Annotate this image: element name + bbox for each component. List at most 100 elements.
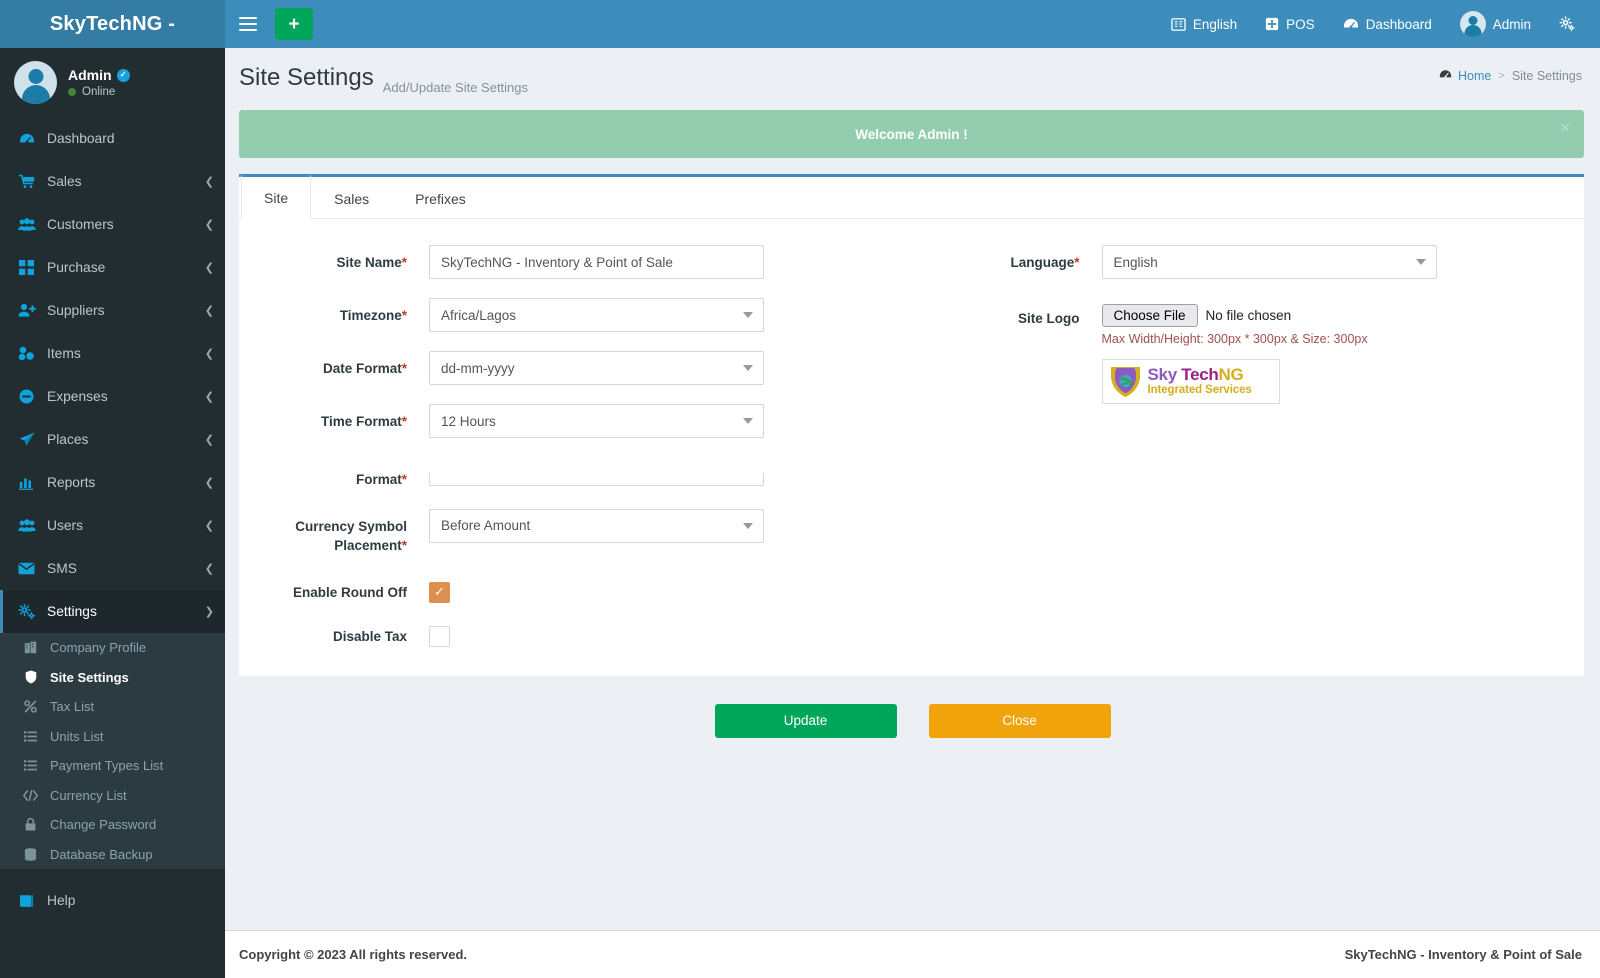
chevron-down-icon — [743, 312, 753, 318]
field-label: Currency Symbol Placement* — [239, 509, 429, 556]
language-value: English — [1113, 254, 1158, 270]
field-control: Choose File No file chosen Max Width/Hei… — [1101, 298, 1522, 404]
welcome-alert: Welcome Admin ! × — [239, 110, 1584, 158]
sky-techng-logo-icon — [1108, 363, 1143, 400]
site-logo-text: Sky TechNG Integrated Services — [1148, 366, 1252, 397]
breadcrumb-home[interactable]: Home — [1439, 68, 1491, 84]
sidebar-item-users[interactable]: Users ❮ — [0, 504, 225, 547]
sidebar-item-tax-list[interactable]: Tax List — [0, 692, 225, 722]
nav-user-menu[interactable]: Admin — [1446, 0, 1545, 48]
update-button[interactable]: Update — [714, 703, 897, 738]
file-status-label: No file chosen — [1205, 308, 1292, 323]
sidebar-item-reports[interactable]: Reports ❮ — [0, 461, 225, 504]
sidebar-item-company-profile[interactable]: Company Profile — [0, 633, 225, 663]
enable-round-off-checkbox[interactable]: ✓ — [429, 581, 450, 603]
close-icon[interactable]: × — [1560, 119, 1570, 136]
brand-logo[interactable]: SkyTechNG - — [0, 0, 225, 48]
sidebar-item-items[interactable]: Items ❮ — [0, 332, 225, 375]
breadcrumb: Home > Site Settings — [1439, 68, 1582, 84]
sidebar-item-settings[interactable]: Settings ❯ — [0, 590, 225, 633]
sidebar-item-payment-types-list[interactable]: Payment Types List — [0, 751, 225, 781]
field-label-text: Time Format — [320, 414, 402, 429]
date-format-select[interactable]: dd-mm-yyyy — [429, 351, 764, 385]
close-button[interactable]: Close — [928, 703, 1111, 738]
chevron-left-icon: ❮ — [204, 176, 214, 188]
database-icon — [22, 848, 39, 861]
tab-site[interactable]: Site — [241, 174, 312, 219]
nav-language[interactable]: English — [1157, 0, 1251, 48]
field-site-name: Site Name* — [239, 245, 912, 279]
chevron-left-icon: ❮ — [204, 219, 214, 231]
disable-tax-checkbox[interactable] — [429, 625, 450, 647]
add-new-button[interactable]: + — [275, 8, 313, 40]
format-input[interactable] — [429, 473, 764, 486]
app-root: SkyTechNG - + English POS Dashboard Admi… — [0, 0, 1600, 978]
required-marker: * — [401, 255, 407, 270]
time-format-select[interactable]: 12 Hours — [429, 404, 764, 438]
sidebar-item-label: Expenses — [47, 389, 108, 404]
book-icon — [17, 894, 36, 908]
sidebar-item-change-password[interactable]: Change Password — [0, 810, 225, 840]
tab-sales[interactable]: Sales — [311, 177, 392, 219]
sidebar-item-suppliers[interactable]: Suppliers ❮ — [0, 289, 225, 332]
field-control — [429, 453, 764, 486]
sidebar-subitem-label: Company Profile — [50, 640, 147, 656]
nav-dashboard[interactable]: Dashboard — [1329, 0, 1446, 48]
field-label: Site Logo — [912, 298, 1102, 329]
timezone-select[interactable]: Africa/Lagos — [429, 298, 764, 332]
sidebar-subitem-label: Tax List — [50, 699, 95, 715]
language-select[interactable]: English — [1101, 245, 1437, 279]
required-marker: * — [401, 361, 407, 376]
site-settings-form: Site Name* Timezone* Africa/Lagos — [239, 219, 1584, 676]
sidebar-item-dashboard[interactable]: Dashboard — [0, 117, 225, 160]
paper-plane-icon — [17, 432, 36, 447]
sidebar-item-site-settings[interactable]: Site Settings — [0, 663, 225, 693]
sidebar-item-sms[interactable]: SMS ❮ — [0, 547, 225, 590]
list-icon — [22, 760, 39, 771]
hamburger-icon[interactable] — [239, 12, 263, 36]
field-label-text: Enable Round Off — [293, 584, 407, 600]
form-left-column: Site Name* Timezone* Africa/Lagos — [239, 245, 912, 658]
field-label: Disable Tax — [239, 619, 429, 647]
gears-icon — [17, 603, 36, 620]
sidebar-item-database-backup[interactable]: Database Backup — [0, 840, 225, 870]
sidebar-subitem-label: Currency List — [50, 787, 127, 803]
chevron-down-icon: ❯ — [204, 606, 214, 618]
sidebar-item-customers[interactable]: Customers ❮ — [0, 203, 225, 246]
sidebar-item-sales[interactable]: Sales ❮ — [0, 160, 225, 203]
sidebar-item-expenses[interactable]: Expenses ❮ — [0, 375, 225, 418]
dashboard-icon — [1343, 16, 1359, 32]
currency-symbol-placement-select[interactable]: Before Amount — [429, 508, 764, 543]
language-icon — [1171, 17, 1186, 32]
nav-settings-control[interactable] — [1545, 0, 1590, 48]
sidebar-item-purchase[interactable]: Purchase ❮ — [0, 246, 225, 289]
field-label: Enable Round Off — [239, 575, 429, 603]
sidebar-item-units-list[interactable]: Units List — [0, 722, 225, 752]
site-name-input[interactable] — [429, 245, 764, 279]
sidebar-user-status-label: Online — [82, 86, 116, 98]
sidebar-user-status: Online — [68, 86, 130, 98]
sidebar-item-currency-list[interactable]: Currency List — [0, 781, 225, 811]
sidebar-subitem-label: Payment Types List — [50, 758, 164, 774]
nav-pos[interactable]: POS — [1251, 0, 1329, 48]
envelope-icon — [17, 562, 36, 575]
required-marker: * — [401, 538, 407, 554]
page-title: Site Settings — [239, 64, 374, 91]
sidebar-user-panel[interactable]: Admin ✓ Online — [0, 48, 225, 117]
minus-circle-icon — [17, 389, 36, 404]
building-icon — [22, 641, 39, 654]
choose-file-button[interactable]: Choose File — [1101, 304, 1198, 327]
tab-prefixes[interactable]: Prefixes — [392, 177, 489, 219]
required-marker: * — [1074, 255, 1080, 270]
sidebar-item-label: Places — [47, 432, 89, 447]
site-logo-line1: Sky TechNG — [1148, 366, 1252, 383]
sidebar-item-help[interactable]: Help — [0, 879, 225, 922]
sidebar-item-label: Customers — [47, 217, 114, 232]
code-icon — [22, 789, 39, 801]
required-marker: * — [401, 308, 407, 323]
sidebar-item-places[interactable]: Places ❮ — [0, 418, 225, 461]
field-control — [429, 619, 764, 652]
site-logo-file-row: Choose File No file chosen — [1101, 298, 1522, 327]
sidebar-item-label: SMS — [47, 561, 77, 576]
bar-chart-icon — [17, 476, 36, 490]
